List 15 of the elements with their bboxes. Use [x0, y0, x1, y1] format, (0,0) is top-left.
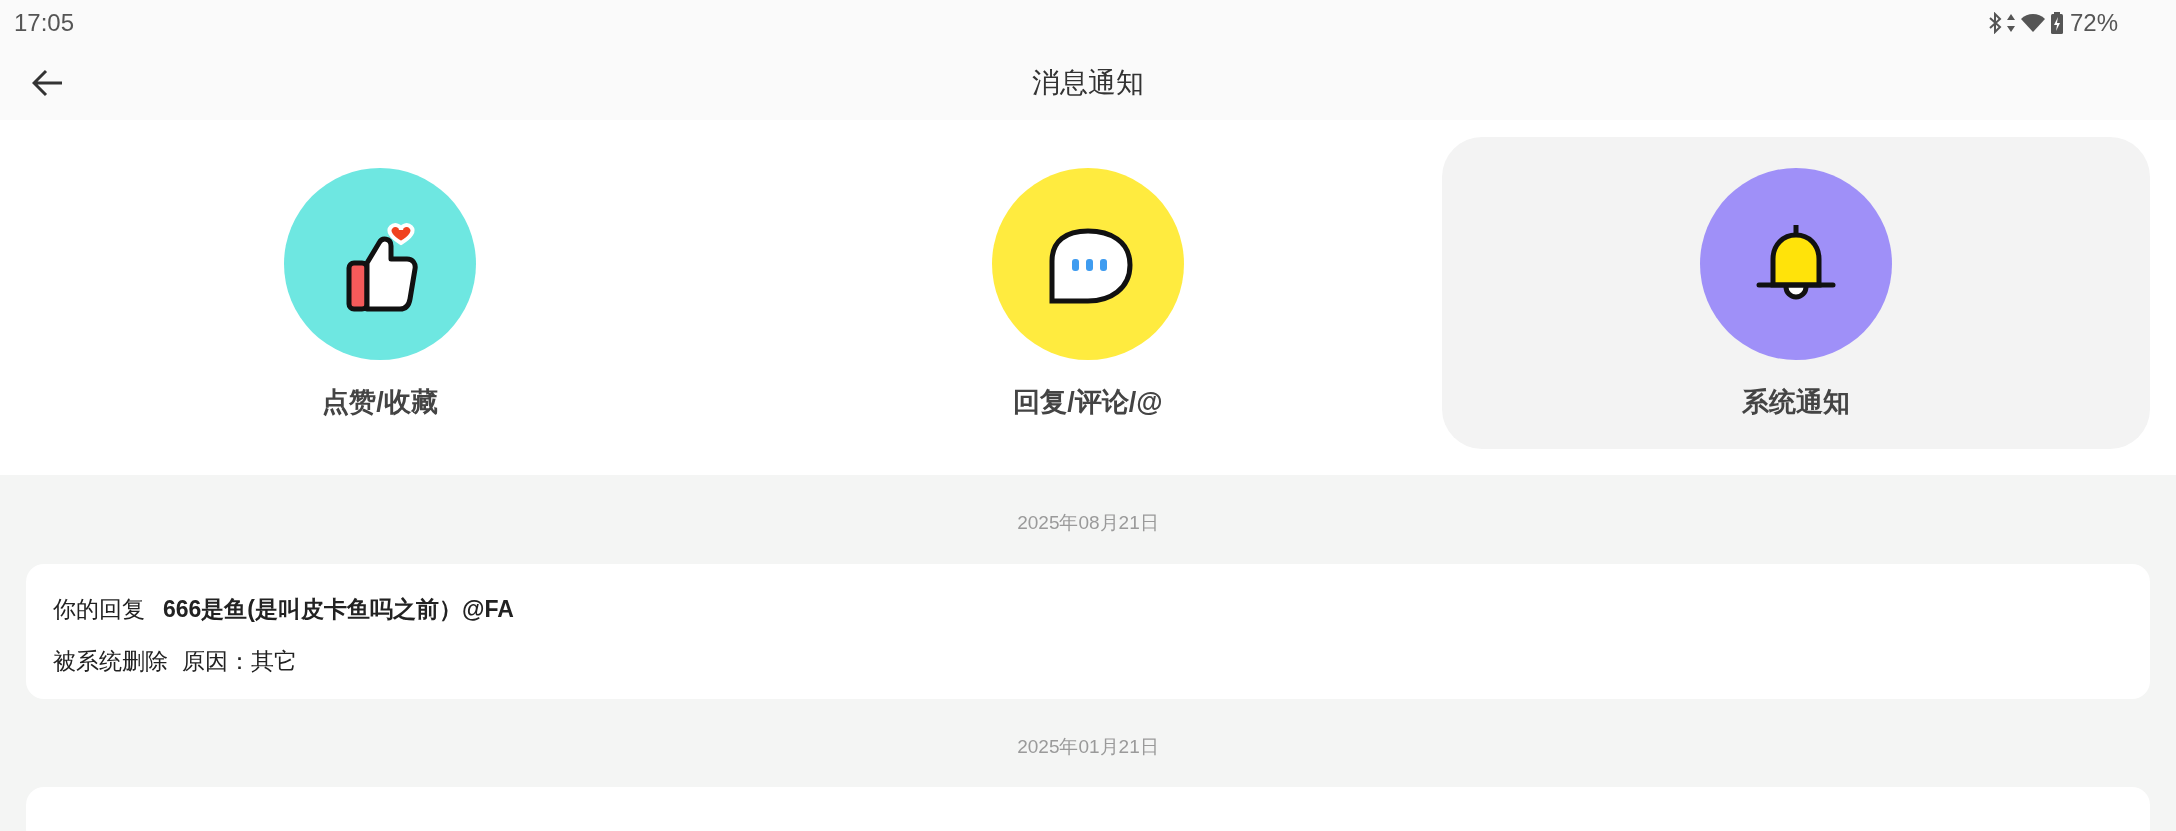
- bluetooth-icon: [1987, 11, 2002, 34]
- battery-icon: [2049, 10, 2064, 35]
- message-reason: 原因：其它: [182, 646, 297, 676]
- battery-percent: 72%: [2069, 7, 2118, 38]
- date-label: 2025年01月21日: [1017, 735, 1159, 757]
- wifi-icon: [2019, 11, 2046, 34]
- message-action: 被系统删除: [53, 646, 168, 676]
- category-tab[interactable]: 系统通知: [1442, 137, 2150, 449]
- status-time: 17:05: [14, 7, 75, 38]
- message-subject: 666是鱼(是叫皮卡鱼吗之前）@FA: [163, 594, 514, 624]
- page-title: 消息通知: [1032, 65, 1144, 100]
- date-label: 2025年08月21日: [1017, 512, 1159, 533]
- message-prefix: 你的回复: [53, 594, 145, 624]
- message-card[interactable]: 你的回复 666是鱼(是叫皮卡鱼吗之前）@FA 被系统删除 原因：其它: [26, 563, 2150, 699]
- back-arrow-icon: [32, 69, 64, 97]
